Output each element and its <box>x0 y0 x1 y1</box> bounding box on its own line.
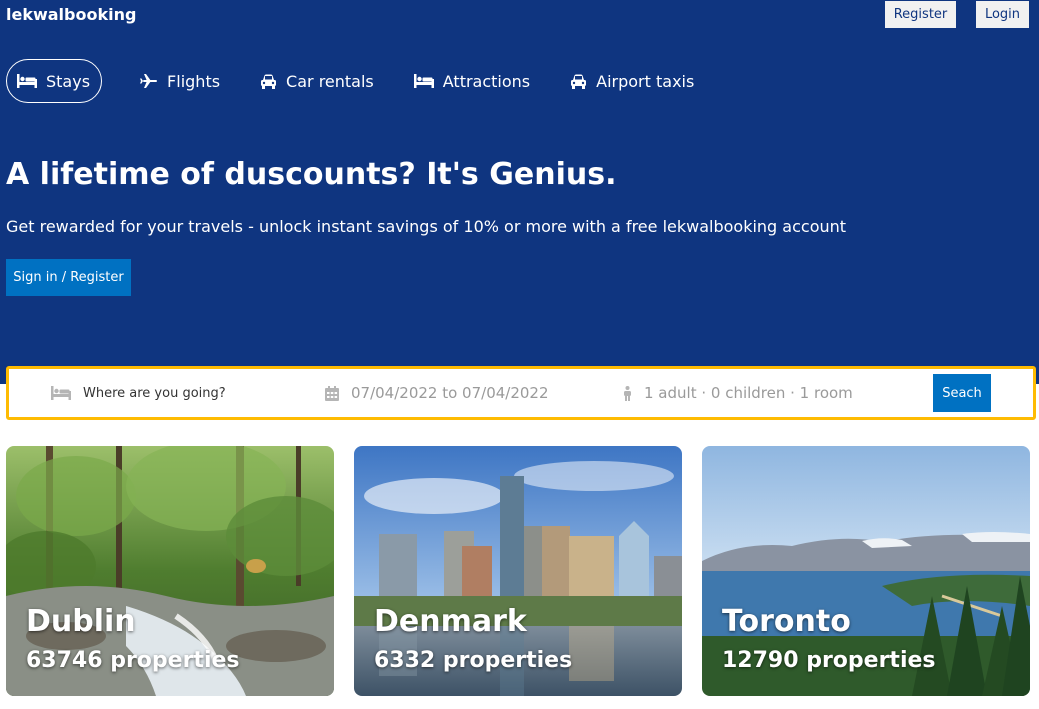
destination-properties: 6332 properties <box>374 648 573 673</box>
bed-icon <box>51 386 71 400</box>
destination-name: Denmark <box>374 604 527 639</box>
nav-item-car-rentals[interactable]: Car rentals <box>260 59 374 103</box>
nav-item-label: Airport taxis <box>596 71 695 91</box>
site-logo[interactable]: lekwalbooking <box>6 5 136 24</box>
nav-item-label: Flights <box>167 71 221 91</box>
destination-properties: 63746 properties <box>26 648 240 673</box>
sign-in-register-button[interactable]: Sign in / Register <box>6 259 131 296</box>
nav-item-stays[interactable]: Stays <box>6 59 103 103</box>
register-button[interactable]: Register <box>885 1 956 28</box>
destination-name: Dublin <box>26 604 136 639</box>
nav-item-label: Stays <box>46 71 91 91</box>
bed-icon <box>17 74 37 88</box>
destination-card-dublin[interactable]: Dublin 63746 properties <box>6 446 334 696</box>
destination-card-toronto[interactable]: Toronto 12790 properties <box>702 446 1030 696</box>
login-button[interactable]: Login <box>976 1 1029 28</box>
date-range-value[interactable]: 07/04/2022 to 07/04/2022 <box>351 384 549 402</box>
nav-item-label: Attractions <box>442 71 531 91</box>
person-icon <box>624 385 631 401</box>
car-icon <box>261 74 277 89</box>
destination-name: Toronto <box>722 604 851 639</box>
main-nav: Stays Flights Car rentals Attractions Ai… <box>6 59 694 103</box>
plane-icon <box>140 74 158 88</box>
nav-item-airport-taxis[interactable]: Airport taxis <box>570 59 694 103</box>
bed-icon <box>413 74 434 88</box>
hero-subline: Get rewarded for your travels - unlock i… <box>6 217 847 236</box>
search-button[interactable]: Seach <box>933 374 991 412</box>
date-field[interactable]: 07/04/2022 to 07/04/2022 <box>325 369 549 417</box>
destination-input[interactable]: Where are you going? <box>83 386 226 401</box>
car-icon <box>571 74 587 89</box>
nav-item-label: Car rentals <box>286 71 374 91</box>
destination-field[interactable]: Where are you going? <box>51 369 226 417</box>
hero-headline: A lifetime of duscounts? It's Genius. <box>6 157 617 192</box>
calendar-icon <box>325 385 339 401</box>
hero-banner: lekwalbooking Register Login Stays Fligh… <box>0 0 1039 384</box>
guests-field[interactable]: 1 adult · 0 children · 1 room <box>623 369 853 417</box>
destination-card-denmark[interactable]: Denmark 6332 properties <box>354 446 682 696</box>
guests-value[interactable]: 1 adult · 0 children · 1 room <box>644 384 853 402</box>
nav-item-attractions[interactable]: Attractions <box>413 59 531 103</box>
destination-properties: 12790 properties <box>722 648 936 673</box>
search-bar: Where are you going? 07/04/2022 to 07/04… <box>6 366 1036 420</box>
nav-item-flights[interactable]: Flights <box>140 59 220 103</box>
